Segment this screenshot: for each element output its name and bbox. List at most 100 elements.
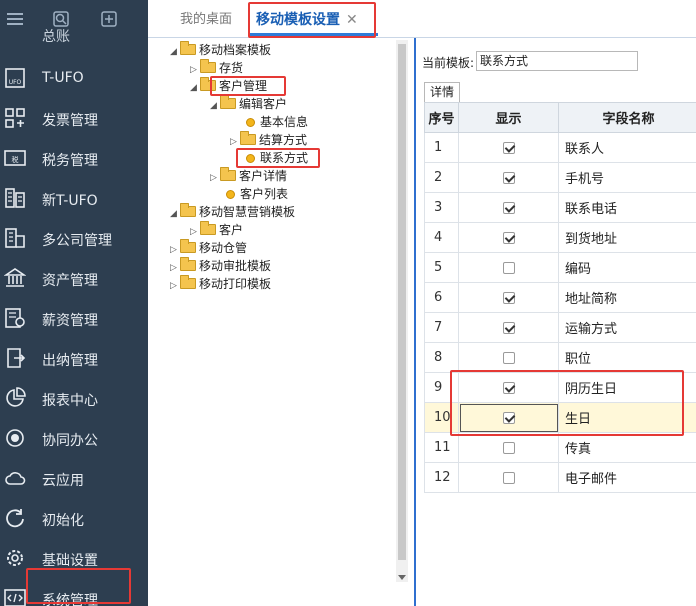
table-row[interactable]: 12 电子邮件 xyxy=(424,462,696,493)
tree-node-mobile-warehouse[interactable]: ▷ 移动仓管 xyxy=(170,239,247,258)
sidebar-item-ledger[interactable]: 总账 xyxy=(0,26,148,45)
show-cell xyxy=(458,192,559,223)
column-header-show: 显示 xyxy=(458,102,559,133)
show-checkbox[interactable] xyxy=(502,201,515,214)
show-checkbox[interactable] xyxy=(502,441,515,454)
field-name: 到货地址 xyxy=(558,222,696,253)
sidebar-item-invoice[interactable]: 发票管理 xyxy=(0,99,148,139)
row-number: 12 xyxy=(424,462,459,493)
tree-node-label: 移动档案模板 xyxy=(199,43,272,57)
expand-arrow-icon[interactable]: ▷ xyxy=(190,224,200,240)
folder-icon xyxy=(200,59,216,73)
table-row[interactable]: 3 联系电话 xyxy=(424,192,696,223)
table-row[interactable]: 6 地址简称 xyxy=(424,282,696,313)
expand-arrow-icon[interactable]: ▷ xyxy=(170,242,180,258)
table-row[interactable]: 1 联系人 xyxy=(424,132,696,163)
scroll-down-icon[interactable] xyxy=(398,575,406,580)
sidebar-item-tax[interactable]: 税 税务管理 xyxy=(0,139,148,179)
collab-icon xyxy=(6,429,24,447)
folder-icon xyxy=(220,167,236,181)
collapse-arrow-icon[interactable]: ◢ xyxy=(190,80,200,96)
expand-arrow-icon[interactable]: ▷ xyxy=(170,278,180,294)
tree-node-customer-detail[interactable]: ▷ 客户详情 xyxy=(210,167,288,186)
table-row[interactable]: 2 手机号 xyxy=(424,162,696,193)
current-template-label: 当前模板: xyxy=(422,56,475,70)
sidebar-item-asset[interactable]: 资产管理 xyxy=(0,259,148,299)
tree-node-contact[interactable]: 联系方式 xyxy=(246,150,308,166)
table-row[interactable]: 9 阴历生日 xyxy=(424,372,696,403)
tree-node-customer[interactable]: ▷ 客户 xyxy=(190,221,243,240)
show-checkbox[interactable] xyxy=(502,141,515,154)
tree-node-mobile-archive[interactable]: ◢ 移动档案模板 xyxy=(170,41,272,60)
sidebar-item-label: T-UFO xyxy=(42,70,84,86)
field-name: 编码 xyxy=(558,252,696,283)
tab-mobile-template-settings[interactable]: 移动模板设置 ✕ xyxy=(256,8,358,32)
tree-node-basic-info[interactable]: 基本信息 xyxy=(246,114,308,130)
tree-node-smart-marketing[interactable]: ◢ 移动智慧营销模板 xyxy=(170,203,295,222)
show-checkbox[interactable] xyxy=(502,411,515,424)
sidebar-item-new-tufo[interactable]: 新T-UFO xyxy=(0,179,148,219)
show-checkbox[interactable] xyxy=(502,471,515,484)
tree-node-label: 客户详情 xyxy=(239,169,288,183)
sidebar-item-cloud[interactable]: 云应用 xyxy=(0,459,148,499)
tax-icon: 税 xyxy=(4,150,26,166)
report-icon xyxy=(6,387,26,407)
tree-node-customer-management[interactable]: ◢ 客户管理 xyxy=(190,77,267,96)
expand-arrow-icon[interactable]: ▷ xyxy=(230,134,240,150)
tree-node-customer-list[interactable]: 客户列表 xyxy=(226,186,288,202)
folder-icon xyxy=(180,239,196,253)
collapse-arrow-icon[interactable]: ◢ xyxy=(210,98,220,114)
sidebar-item-label: 新T-UFO xyxy=(42,193,98,209)
field-name: 传真 xyxy=(558,432,696,463)
show-checkbox[interactable] xyxy=(502,321,515,334)
field-name: 手机号 xyxy=(558,162,696,193)
field-name: 职位 xyxy=(558,342,696,373)
field-name: 地址简称 xyxy=(558,282,696,313)
sidebar-item-salary[interactable]: 薪资管理 xyxy=(0,299,148,339)
expand-arrow-icon[interactable]: ▷ xyxy=(170,260,180,276)
tree-node-edit-customer[interactable]: ◢ 编辑客户 xyxy=(210,95,287,114)
sidebar-item-tufo[interactable]: UFO T-UFO xyxy=(0,59,148,99)
sidebar-item-collab[interactable]: 协同办公 xyxy=(0,419,148,459)
row-number: 7 xyxy=(424,312,459,343)
show-cell xyxy=(458,252,559,283)
sidebar-item-system[interactable]: 系统管理 xyxy=(0,579,148,606)
show-checkbox[interactable] xyxy=(502,381,515,394)
table-row[interactable]: 11 传真 xyxy=(424,432,696,463)
tab-detail[interactable]: 详情 xyxy=(424,82,460,102)
sidebar-item-label: 协同办公 xyxy=(42,433,98,449)
table-row[interactable]: 8 职位 xyxy=(424,342,696,373)
table-row[interactable]: 4 到货地址 xyxy=(424,222,696,253)
close-icon[interactable]: ✕ xyxy=(346,12,358,28)
tree-scrollbar[interactable] xyxy=(396,40,408,582)
sidebar-item-cashier[interactable]: 出纳管理 xyxy=(0,339,148,379)
tab-my-desktop[interactable]: 我的桌面 xyxy=(180,8,232,32)
tree-node-settlement[interactable]: ▷ 结算方式 xyxy=(230,131,307,150)
tree-node-mobile-print[interactable]: ▷ 移动打印模板 xyxy=(170,275,271,294)
sidebar-item-multi-company[interactable]: 多公司管理 xyxy=(0,219,148,259)
sidebar-item-label: 初始化 xyxy=(42,513,84,529)
show-checkbox[interactable] xyxy=(502,351,515,364)
collapse-arrow-icon[interactable]: ◢ xyxy=(170,44,180,60)
collapse-arrow-icon[interactable]: ◢ xyxy=(170,206,180,222)
show-checkbox[interactable] xyxy=(502,291,515,304)
expand-arrow-icon[interactable]: ▷ xyxy=(190,62,200,78)
show-checkbox[interactable] xyxy=(502,261,515,274)
sidebar-item-basic-settings[interactable]: 基础设置 xyxy=(0,539,148,579)
folder-icon xyxy=(240,131,256,145)
svg-text:税: 税 xyxy=(12,155,19,164)
table-row[interactable]: 10 生日 xyxy=(424,402,696,433)
table-row[interactable]: 5 编码 xyxy=(424,252,696,283)
current-template-field[interactable]: 联系方式 xyxy=(476,51,638,71)
tree-node-mobile-approval[interactable]: ▷ 移动审批模板 xyxy=(170,257,271,276)
show-cell xyxy=(458,222,559,253)
scrollbar-thumb[interactable] xyxy=(398,44,406,560)
expand-arrow-icon[interactable]: ▷ xyxy=(210,170,220,186)
table-row[interactable]: 7 运输方式 xyxy=(424,312,696,343)
show-checkbox[interactable] xyxy=(502,231,515,244)
sidebar-item-init[interactable]: 初始化 xyxy=(0,499,148,539)
tree-node-inventory[interactable]: ▷ 存货 xyxy=(190,59,243,78)
sidebar-item-report[interactable]: 报表中心 xyxy=(0,379,148,419)
show-cell xyxy=(458,372,559,403)
show-checkbox[interactable] xyxy=(502,171,515,184)
